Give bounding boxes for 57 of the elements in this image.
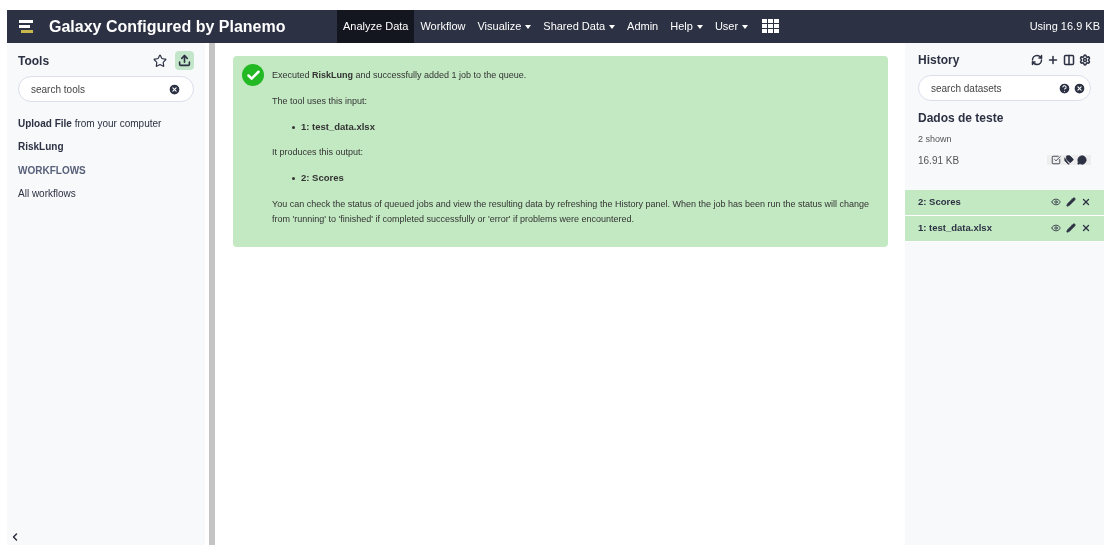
star-icon[interactable] <box>153 53 167 68</box>
plus-icon[interactable] <box>1047 54 1059 66</box>
output-item: 2: Scores <box>272 171 876 186</box>
delete-icon[interactable] <box>1081 223 1091 233</box>
section-heading: WORKFLOWS <box>18 164 87 178</box>
quota-text[interactable]: Using 16.9 KB <box>1029 18 1104 35</box>
panel-title: History <box>918 52 960 69</box>
history-name[interactable]: Dados de teste <box>905 109 1104 127</box>
dataset-title[interactable]: 2: Scores <box>918 194 961 210</box>
delete-icon[interactable] <box>1081 197 1091 207</box>
message-text: The tool uses this input: <box>272 95 369 108</box>
comment-icon[interactable] <box>1077 155 1087 165</box>
caret-icon <box>609 24 616 29</box>
tool-link[interactable]: RiskLung <box>18 139 194 154</box>
upload-button[interactable] <box>175 51 194 70</box>
tags-icon[interactable] <box>1064 155 1074 165</box>
caret-icon <box>696 24 703 29</box>
search-field[interactable]: search tools <box>18 76 194 102</box>
nav-tab[interactable]: Workflow <box>414 10 472 43</box>
columns-icon[interactable] <box>1063 54 1075 66</box>
pencil-icon[interactable] <box>1066 223 1076 233</box>
dataset-item[interactable]: 2: Scores <box>905 189 1104 216</box>
nav-tab[interactable]: Shared Data <box>537 10 622 43</box>
history-size: 16.91 KB <box>918 153 960 168</box>
brand-title[interactable]: Galaxy Configured by Planemo <box>49 14 286 39</box>
bullet-icon <box>292 125 295 129</box>
message-text: It produces this output: <box>272 146 365 160</box>
apps-grid-icon[interactable] <box>762 19 780 34</box>
nav-tab[interactable]: User <box>708 10 755 43</box>
output-item: 1: test_data.xlsx <box>272 120 876 135</box>
search-field[interactable]: search datasets <box>918 75 1091 101</box>
dataset-item[interactable]: 1: test_data.xlsx <box>905 215 1104 242</box>
caret-icon <box>742 24 749 29</box>
refresh-icon[interactable] <box>1031 54 1043 66</box>
scrollbar[interactable] <box>209 43 215 545</box>
check-icon <box>242 64 264 86</box>
message-text: Executed RiskLung and successfully added 1 job to the queue. <box>272 69 528 82</box>
upload-link[interactable]: Upload File from your computer <box>18 116 194 131</box>
panel-title: Tools <box>18 52 50 70</box>
message-text: You can check the status of queued jobs and view the resulting data by refreshing the History panel. When the job has been run the status will change from 'running' to 'finished' if completed successfully or 'error' if problems were encountered. <box>272 197 871 226</box>
caret-icon <box>525 24 532 29</box>
nav-tab[interactable]: Analyze Data <box>337 10 415 43</box>
eye-icon[interactable] <box>1051 223 1061 233</box>
shown-count: 2 shown <box>917 133 953 146</box>
settings-icon[interactable] <box>1079 54 1091 66</box>
clear-icon[interactable] <box>168 82 181 96</box>
nav-tab[interactable]: Visualize <box>471 10 538 43</box>
pencil-icon[interactable] <box>1066 197 1076 207</box>
checkbox-icon[interactable] <box>1051 155 1061 165</box>
nav-tab[interactable]: Admin <box>621 10 665 43</box>
eye-icon[interactable] <box>1051 197 1061 207</box>
bullet-icon <box>292 176 295 180</box>
nav-tab[interactable]: Help <box>664 10 709 43</box>
clear-icon[interactable] <box>1073 81 1086 95</box>
dataset-title[interactable]: 1: test_data.xlsx <box>918 220 992 236</box>
workflows-link[interactable]: All workflows <box>18 186 194 201</box>
help-icon[interactable] <box>1058 81 1071 95</box>
